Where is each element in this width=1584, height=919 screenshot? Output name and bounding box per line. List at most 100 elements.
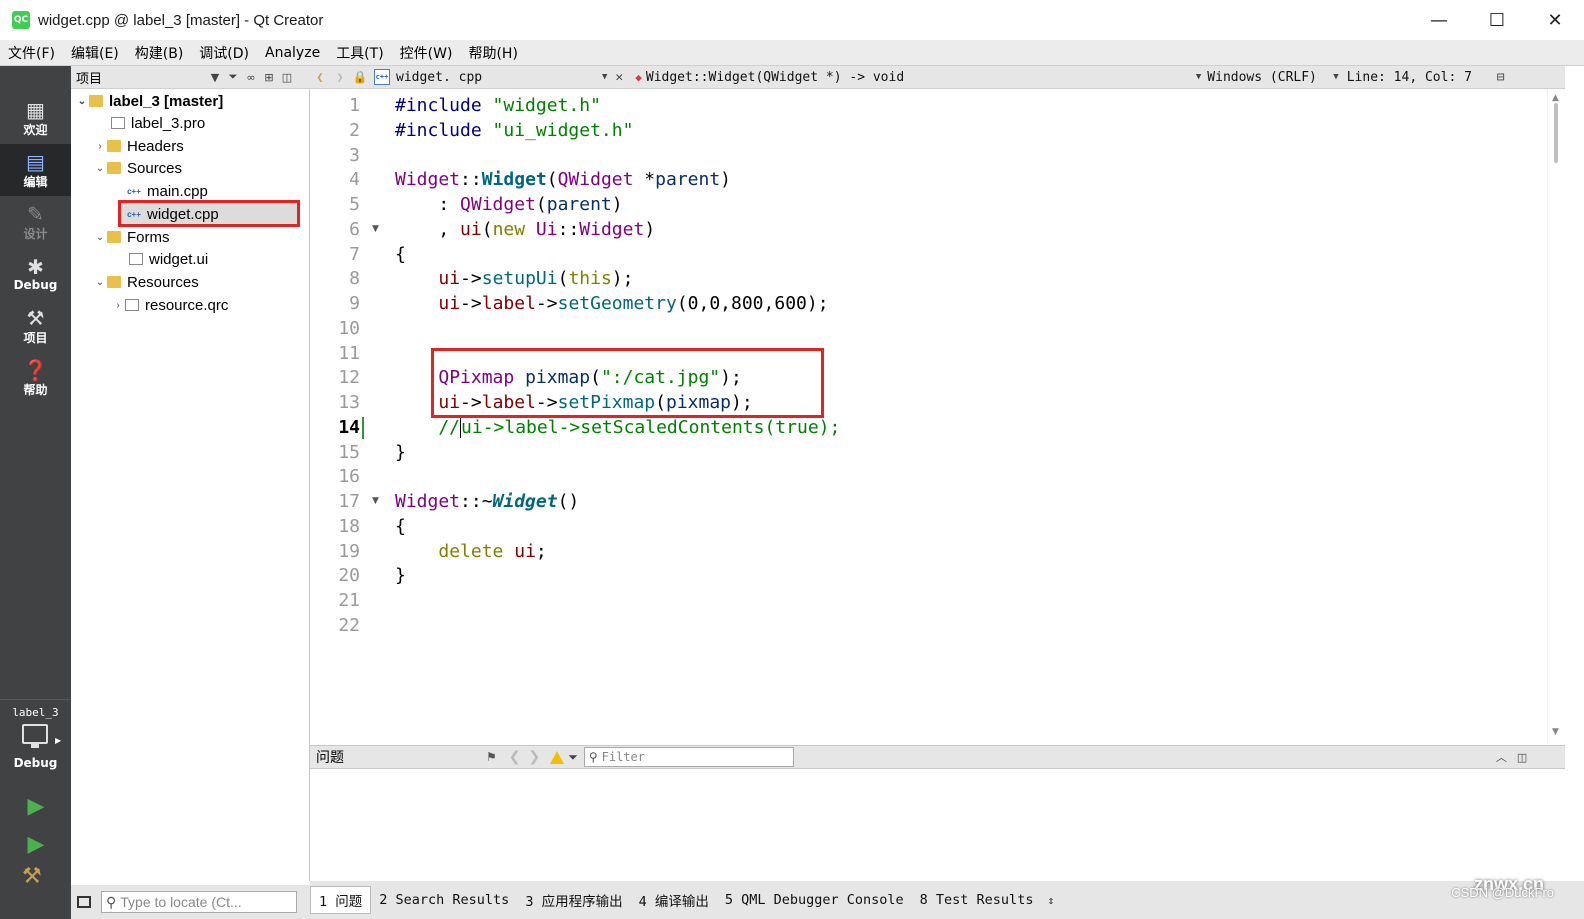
line-number: 22 bbox=[338, 615, 360, 636]
tree-item-widget-ui[interactable]: widget.ui bbox=[129, 248, 208, 270]
project-pane-title: 项目 bbox=[76, 71, 103, 87]
prev-item-icon[interactable]: ❮ bbox=[509, 749, 521, 765]
tab-test-results[interactable]: 8 Test Results bbox=[912, 886, 1042, 914]
menu-file[interactable]: 文件(F) bbox=[0, 43, 63, 63]
code-token: (0,0,800,600); bbox=[676, 293, 829, 314]
menu-tools[interactable]: 工具(T) bbox=[328, 43, 391, 63]
run-button[interactable]: ▶ bbox=[24, 793, 48, 819]
tabs-overflow-icon[interactable]: ⇕ bbox=[1047, 894, 1054, 907]
locator-input[interactable]: ⚲ Type to locate (Ct... bbox=[101, 891, 297, 913]
code-token: Ui bbox=[535, 219, 558, 240]
build-button[interactable]: ⚒ bbox=[22, 864, 42, 889]
nav-back-icon[interactable]: ❮ bbox=[310, 70, 330, 84]
monitor-icon[interactable] bbox=[22, 724, 48, 748]
scroll-up-icon[interactable]: ▲ bbox=[1552, 93, 1559, 103]
cursor-position[interactable]: Line: 14, Col: 7 bbox=[1347, 70, 1497, 85]
debug-run-button[interactable]: ▶ bbox=[24, 831, 48, 857]
code-token: parent bbox=[546, 194, 612, 215]
nav-forward-icon[interactable]: ❯ bbox=[330, 70, 350, 84]
menu-controls[interactable]: 控件(W) bbox=[392, 43, 461, 63]
window-controls: — ☐ ✕ bbox=[1410, 0, 1584, 40]
expand-icon[interactable]: ⌄ bbox=[93, 232, 107, 243]
minimize-button[interactable]: — bbox=[1410, 0, 1468, 40]
file-dropdown-icon[interactable]: ▼ bbox=[602, 72, 607, 82]
tree-item-label: resource.qrc bbox=[145, 296, 229, 314]
symbol-selector[interactable]: Widget::Widget(QWidget *) -> void bbox=[646, 70, 1196, 85]
tab-qml-debugger-console[interactable]: 5 QML Debugger Console bbox=[717, 886, 912, 914]
sidebar-toggle-icon[interactable] bbox=[77, 896, 91, 908]
mode-edit[interactable]: ▤ 编辑 bbox=[0, 144, 71, 196]
code-token: ) bbox=[644, 219, 656, 240]
tab-search-results[interactable]: 2 Search Results bbox=[371, 886, 517, 914]
filter-input[interactable]: ⚲ Filter bbox=[583, 747, 794, 767]
line-ending-selector[interactable]: Windows (CRLF) bbox=[1207, 70, 1333, 85]
menu-edit[interactable]: 编辑(E) bbox=[63, 43, 127, 63]
maximize-pane-icon[interactable]: ︿ bbox=[1496, 749, 1507, 765]
scroll-down-icon[interactable]: ▼ bbox=[1552, 727, 1559, 737]
tab-issues[interactable]: 1 问题 bbox=[310, 886, 372, 914]
next-item-icon[interactable]: ❯ bbox=[529, 749, 541, 765]
scrollbar-thumb[interactable] bbox=[1554, 103, 1558, 163]
kit-selector-arrow-icon[interactable]: ▶ bbox=[55, 736, 61, 745]
code-line: { bbox=[395, 244, 406, 265]
close-button[interactable]: ✕ bbox=[1526, 0, 1584, 40]
bug-icon: ✱ bbox=[27, 255, 44, 279]
tree-item-resource-qrc[interactable]: › resource.qrc bbox=[111, 294, 228, 316]
issues-pane-toolbar: 问题 ⚑ ❮ ❯ ⏷ ⚲ Filter ︿ ◫ bbox=[310, 745, 1565, 769]
menu-debug[interactable]: 调试(D) bbox=[191, 43, 257, 63]
tree-item-main-cpp[interactable]: c++ main.cpp bbox=[127, 180, 208, 202]
open-file-name[interactable]: widget. cpp bbox=[396, 70, 602, 85]
window-title: widget.cpp @ label_3 [master] - Qt Creat… bbox=[38, 11, 324, 29]
menu-build[interactable]: 构建(B) bbox=[127, 43, 192, 63]
line-number: 20 bbox=[338, 565, 360, 586]
expand-icon[interactable]: ⌄ bbox=[93, 163, 107, 174]
output-tabs-bar: 1 问题 2 Search Results 3 应用程序输出 4 编译输出 5 … bbox=[310, 881, 1584, 919]
split-editor-icon[interactable]: ⊟ bbox=[1497, 70, 1505, 85]
close-document-icon[interactable]: ✕ bbox=[615, 70, 623, 85]
search-icon: ⚲ bbox=[106, 893, 117, 910]
dropdown-icon[interactable]: ▼ bbox=[206, 71, 224, 84]
tab-compile-output[interactable]: 4 编译输出 bbox=[631, 886, 717, 914]
expand-icon[interactable]: ⌄ bbox=[93, 277, 107, 288]
warning-icon[interactable] bbox=[550, 750, 565, 764]
filter-icon[interactable]: ⏷ bbox=[568, 750, 578, 765]
tree-item-sources[interactable]: ⌄ Sources bbox=[93, 157, 182, 179]
line-ending-dropdown-icon[interactable]: ▼ bbox=[1333, 72, 1338, 82]
link-icon[interactable]: ∞ bbox=[242, 71, 260, 84]
line-number: 12 bbox=[338, 367, 360, 388]
menu-analyze[interactable]: Analyze bbox=[257, 45, 328, 61]
close-pane-icon[interactable]: ◫ bbox=[1517, 751, 1527, 764]
close-pane-icon[interactable]: ◫ bbox=[278, 71, 296, 84]
collapsed-icon[interactable]: › bbox=[111, 300, 125, 311]
tree-item-forms[interactable]: ⌄ Forms bbox=[93, 226, 170, 248]
code-token: "widget.h" bbox=[492, 95, 601, 116]
line-number: 2 bbox=[349, 120, 360, 141]
expand-icon[interactable]: ⌄ bbox=[75, 96, 89, 107]
tree-item-project[interactable]: ⌄ label_3 [master] bbox=[75, 90, 223, 112]
tree-item-pro-file[interactable]: label_3.pro bbox=[111, 112, 205, 134]
mode-debug[interactable]: ✱ Debug bbox=[0, 248, 71, 300]
code-line: : QWidget(parent) bbox=[395, 193, 622, 218]
editor-scrollbar[interactable]: ▲ ▼ bbox=[1547, 89, 1565, 744]
split-icon[interactable]: ⊞ bbox=[260, 71, 278, 84]
fold-marker-icon[interactable]: ▼ bbox=[372, 496, 379, 506]
tree-item-headers[interactable]: › Headers bbox=[93, 135, 183, 157]
tree-item-resources[interactable]: ⌄ Resources bbox=[93, 271, 199, 293]
mode-help[interactable]: ❓ 帮助 bbox=[0, 352, 71, 404]
tree-item-label: Forms bbox=[127, 228, 170, 246]
issues-list[interactable] bbox=[310, 769, 1565, 881]
symbol-dropdown-icon[interactable]: ▼ bbox=[1196, 72, 1201, 82]
menu-help[interactable]: 帮助(H) bbox=[460, 43, 525, 63]
filter-icon[interactable]: ⏷ bbox=[224, 70, 242, 84]
mode-projects[interactable]: ⚒ 项目 bbox=[0, 300, 71, 352]
tab-application-output[interactable]: 3 应用程序输出 bbox=[517, 886, 630, 914]
grid-icon: ▦ bbox=[26, 97, 45, 122]
collapsed-icon[interactable]: › bbox=[93, 141, 107, 152]
mode-design[interactable]: ✎ 设计 bbox=[0, 196, 71, 248]
issues-pane-title: 问题 bbox=[316, 750, 344, 766]
mode-welcome[interactable]: ▦ 欢迎 bbox=[0, 92, 71, 144]
code-token: #include bbox=[395, 95, 493, 116]
fold-marker-icon[interactable]: ▼ bbox=[372, 224, 379, 234]
clean-icon[interactable]: ⚑ bbox=[486, 750, 497, 764]
maximize-button[interactable]: ☐ bbox=[1468, 0, 1526, 40]
